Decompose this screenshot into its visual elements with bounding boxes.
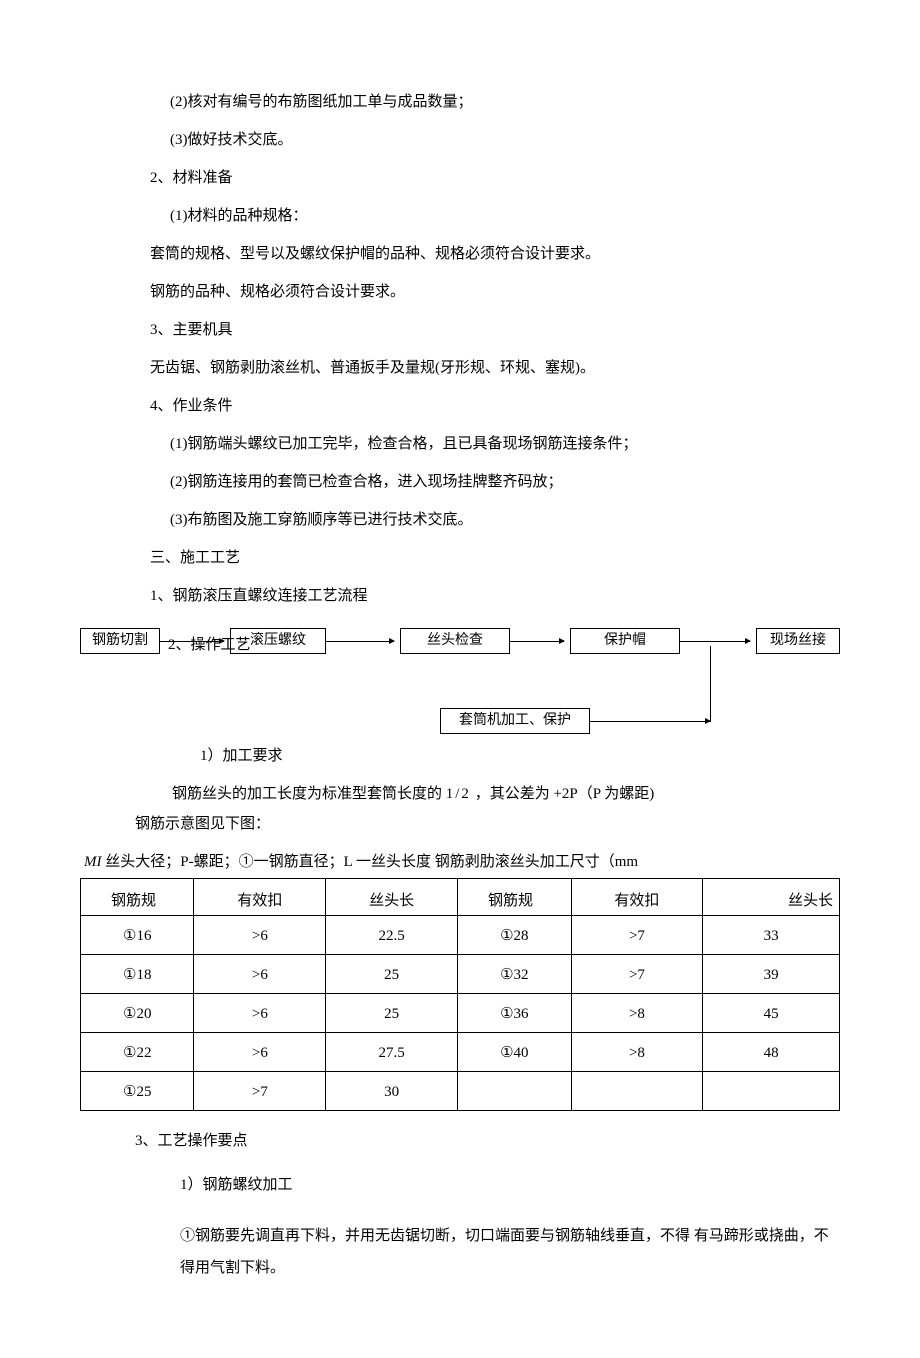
paragraph: (1)钢筋端头螺纹已加工完毕，检查合格，且已具备现场钢筋连接条件； bbox=[80, 432, 840, 456]
table-cell: 39 bbox=[703, 955, 840, 994]
text: 钢筋丝头的加工长度为标准型套筒长度的 bbox=[172, 786, 442, 802]
paragraph: 套筒的规格、型号以及螺纹保护帽的品种、规格必须符合设计要求。 bbox=[80, 242, 840, 266]
flow-box-check: 丝头检查 bbox=[400, 628, 510, 654]
caption-text: 丝头大径；P-螺距；①一钢筋直径；L 一丝头长度 钢筋剥肋滚丝头加工尺寸（mm bbox=[105, 854, 638, 870]
text: +2P（P 为螺距) bbox=[553, 786, 654, 802]
table-cell: >6 bbox=[194, 916, 326, 955]
table-cell: 25 bbox=[326, 955, 458, 994]
table-cell: 22.5 bbox=[326, 916, 458, 955]
heading: 3、工艺操作要点 bbox=[80, 1129, 840, 1153]
table-header: 丝头长 bbox=[703, 879, 840, 916]
paragraph: (1)材料的品种规格： bbox=[80, 204, 840, 228]
table-cell: >6 bbox=[194, 1033, 326, 1072]
table-cell: >8 bbox=[571, 1033, 703, 1072]
table-row: ①16>622.5①28>733 bbox=[81, 916, 840, 955]
table-cell: >7 bbox=[571, 955, 703, 994]
flow-box-sleeve: 套筒机加工、保护 bbox=[440, 708, 590, 734]
table-cell: >8 bbox=[571, 994, 703, 1033]
paragraph: (2)核对有编号的布筋图纸加工单与成品数量； bbox=[80, 90, 840, 114]
table-cell: >6 bbox=[194, 955, 326, 994]
table-cell: ①36 bbox=[458, 994, 571, 1033]
heading: 1、钢筋滚压直螺纹连接工艺流程 bbox=[80, 584, 840, 608]
flow-connector-v bbox=[710, 646, 711, 722]
table-body: ①16>622.5①28>733①18>625①32>739①20>625①36… bbox=[81, 916, 840, 1111]
table-cell: 27.5 bbox=[326, 1033, 458, 1072]
table-cell bbox=[571, 1072, 703, 1111]
table-cell: >7 bbox=[571, 916, 703, 955]
table-cell: ①16 bbox=[81, 916, 194, 955]
table-cell: >7 bbox=[194, 1072, 326, 1111]
flow-arrow bbox=[510, 641, 564, 642]
table-header: 钢筋规 bbox=[81, 879, 194, 916]
heading: 2、材料准备 bbox=[80, 166, 840, 190]
flow-arrow bbox=[680, 641, 750, 642]
table-row: ①22>627.5①40>848 bbox=[81, 1033, 840, 1072]
table-cell: ①32 bbox=[458, 955, 571, 994]
table-cell: ①28 bbox=[458, 916, 571, 955]
table-cell: >6 bbox=[194, 994, 326, 1033]
text: ，其公差为 bbox=[475, 786, 550, 802]
table-row: ①18>625①32>739 bbox=[81, 955, 840, 994]
paragraph: 1）钢筋螺纹加工 bbox=[80, 1173, 840, 1197]
caption-ital: MI bbox=[84, 854, 105, 870]
paragraph: (3)布筋图及施工穿筋顺序等已进行技术交底。 bbox=[80, 508, 840, 532]
table-cell: 30 bbox=[326, 1072, 458, 1111]
flow-box-site: 现场丝接 bbox=[756, 628, 840, 654]
paragraph: (2)钢筋连接用的套筒已检查合格，进入现场挂牌整齐码放； bbox=[80, 470, 840, 494]
paragraph: ①钢筋要先调直再下料，并用无齿锯切断，切口端面要与钢筋轴线垂直，不得 有马蹄形或… bbox=[80, 1221, 840, 1284]
paragraph: (3)做好技术交底。 bbox=[80, 128, 840, 152]
table-cell bbox=[703, 1072, 840, 1111]
table-header-row: 钢筋规 有效扣 丝头长 钢筋规 有效扣 丝头长 bbox=[81, 879, 840, 916]
table-cell: 33 bbox=[703, 916, 840, 955]
paragraph: 钢筋示意图见下图： bbox=[80, 812, 840, 836]
table-row: ①25>730 bbox=[81, 1072, 840, 1111]
table-cell: ①20 bbox=[81, 994, 194, 1033]
heading: 三、施工工艺 bbox=[80, 546, 840, 570]
paragraph: 1）加工要求 bbox=[80, 744, 840, 768]
table-header: 钢筋规 bbox=[458, 879, 571, 916]
overlay-label: 2、操作工艺 bbox=[168, 633, 251, 657]
text: 1/2 bbox=[446, 786, 471, 802]
paragraph: 钢筋的品种、规格必须符合设计要求。 bbox=[80, 280, 840, 304]
table-row: ①20>625①36>845 bbox=[81, 994, 840, 1033]
table-cell bbox=[458, 1072, 571, 1111]
table-cell: 48 bbox=[703, 1033, 840, 1072]
table-cell: ①22 bbox=[81, 1033, 194, 1072]
table-cell: 25 bbox=[326, 994, 458, 1033]
table-caption: MI 丝头大径；P-螺距；①一钢筋直径；L 一丝头长度 钢筋剥肋滚丝头加工尺寸（… bbox=[84, 850, 840, 874]
table-cell: ①40 bbox=[458, 1033, 571, 1072]
table-cell: ①18 bbox=[81, 955, 194, 994]
heading: 4、作业条件 bbox=[80, 394, 840, 418]
table-header: 丝头长 bbox=[326, 879, 458, 916]
table-cell: 45 bbox=[703, 994, 840, 1033]
table-header: 有效扣 bbox=[194, 879, 326, 916]
dimension-table: 钢筋规 有效扣 丝头长 钢筋规 有效扣 丝头长 ①16>622.5①28>733… bbox=[80, 878, 840, 1111]
flow-diagram: 钢筋切割 滚压螺纹 丝头检查 保护帽 现场丝接 套筒机加工、保护 2、操作工艺 bbox=[80, 622, 840, 742]
paragraph: 无齿锯、钢筋剥肋滚丝机、普通扳手及量规(牙形规、环规、塞规)。 bbox=[80, 356, 840, 380]
flow-box-cap: 保护帽 bbox=[570, 628, 680, 654]
heading: 3、主要机具 bbox=[80, 318, 840, 342]
paragraph: 钢筋丝头的加工长度为标准型套筒长度的 1/2 ，其公差为 +2P（P 为螺距) bbox=[80, 782, 840, 806]
table-header: 有效扣 bbox=[571, 879, 703, 916]
table-cell: ①25 bbox=[81, 1072, 194, 1111]
flow-connector-h bbox=[590, 721, 710, 722]
flow-arrow bbox=[326, 641, 394, 642]
flow-box-cut: 钢筋切割 bbox=[80, 628, 160, 654]
